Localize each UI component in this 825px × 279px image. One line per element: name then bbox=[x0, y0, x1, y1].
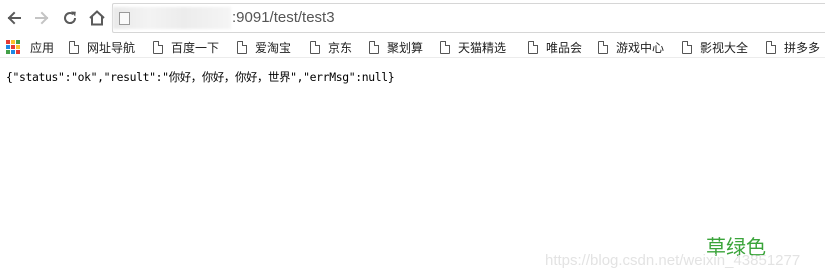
arrow-right-icon bbox=[35, 11, 49, 25]
bookmark-item[interactable]: 京东 bbox=[310, 38, 352, 56]
json-response-text: {"status":"ok","result":"你好，你好，你好，世界","e… bbox=[6, 70, 395, 84]
document-icon bbox=[766, 40, 776, 54]
url-text[interactable]: :9091/test/test3 bbox=[232, 9, 335, 26]
bookmark-label: 拼多多 bbox=[784, 40, 821, 55]
document-icon bbox=[237, 40, 247, 54]
bookmark-item[interactable]: 百度一下 bbox=[153, 38, 219, 56]
bookmark-label: 唯品会 bbox=[546, 40, 583, 55]
back-button[interactable] bbox=[3, 7, 25, 29]
home-icon bbox=[89, 10, 105, 26]
bookmark-item[interactable]: 网址导航 bbox=[69, 38, 135, 56]
home-button[interactable] bbox=[86, 7, 108, 29]
bookmarks-bar: 应用 网址导航 百度一下 爱淘宝 京东 聚划算 天猫精选 唯品会 游戏中心 影视… bbox=[0, 36, 825, 58]
bookmark-item[interactable]: 拼多多 bbox=[766, 38, 820, 56]
bookmark-item[interactable]: 爱淘宝 bbox=[237, 38, 291, 56]
apps-grid-icon bbox=[6, 40, 20, 54]
address-bar[interactable]: :9091/test/test3 bbox=[112, 3, 825, 33]
document-icon bbox=[153, 40, 163, 54]
document-icon bbox=[598, 40, 608, 54]
document-icon bbox=[69, 40, 79, 54]
document-icon bbox=[682, 40, 692, 54]
browser-toolbar: :9091/test/test3 bbox=[0, 0, 825, 36]
document-icon bbox=[440, 40, 450, 54]
document-icon bbox=[310, 40, 320, 54]
bookmark-item[interactable]: 游戏中心 bbox=[598, 38, 664, 56]
bookmark-label: 爱淘宝 bbox=[255, 40, 292, 55]
bookmark-label: 游戏中心 bbox=[616, 40, 665, 55]
bookmark-label: 京东 bbox=[328, 40, 353, 55]
reload-button[interactable] bbox=[59, 7, 81, 29]
document-icon bbox=[369, 40, 379, 54]
bookmark-label: 天猫精选 bbox=[458, 40, 507, 55]
document-icon bbox=[528, 40, 538, 54]
bookmark-item[interactable]: 影视大全 bbox=[682, 38, 748, 56]
bookmark-item[interactable]: 聚划算 bbox=[369, 38, 423, 56]
forward-button[interactable] bbox=[31, 7, 53, 29]
bookmark-item[interactable]: 天猫精选 bbox=[440, 38, 506, 56]
arrow-left-icon bbox=[7, 11, 21, 25]
bookmark-item[interactable]: 唯品会 bbox=[528, 38, 582, 56]
watermark-url: https://blog.csdn.net/weixin_43851277 bbox=[545, 252, 801, 269]
bookmark-label: 应用 bbox=[30, 40, 55, 55]
bookmark-label: 影视大全 bbox=[700, 40, 749, 55]
reload-icon bbox=[64, 11, 77, 24]
bookmark-label: 网址导航 bbox=[87, 40, 136, 55]
bookmark-label: 聚划算 bbox=[387, 40, 424, 55]
bookmark-apps[interactable]: 应用 bbox=[6, 38, 54, 56]
redacted-host bbox=[113, 7, 231, 29]
bookmark-label: 百度一下 bbox=[171, 40, 220, 55]
page-icon bbox=[119, 12, 130, 25]
